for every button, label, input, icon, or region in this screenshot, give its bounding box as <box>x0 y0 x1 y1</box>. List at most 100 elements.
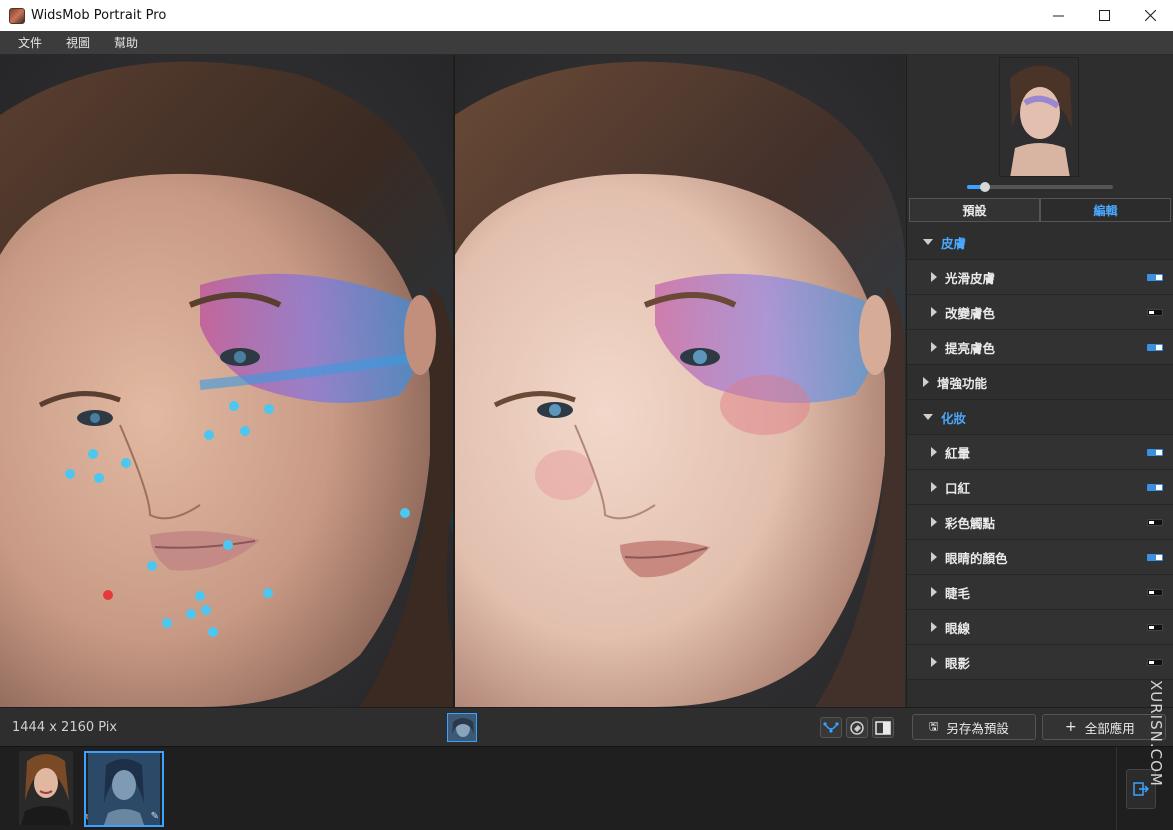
section-header[interactable]: 增強功能 <box>907 365 1173 400</box>
adjustment-label: 光滑皮膚 <box>945 270 996 286</box>
face-landmark-point[interactable] <box>162 618 172 628</box>
face-landmark-point[interactable] <box>201 605 211 615</box>
zoom-slider-handle[interactable] <box>979 182 990 192</box>
before-photo-pane[interactable] <box>0 55 453 707</box>
face-landmark-point[interactable] <box>94 473 104 483</box>
adjustment-toggle[interactable] <box>1147 449 1163 456</box>
action-bar: 🖫 另存為預設 + 全部應用 <box>906 707 1173 746</box>
section-label: 增強功能 <box>937 375 988 391</box>
adjustment-label: 彩色觸點 <box>945 515 996 531</box>
adjustment-item[interactable]: 眼睛的顏色 <box>907 540 1173 575</box>
adjustment-toggle[interactable] <box>1147 624 1163 631</box>
adjustment-toggle[interactable] <box>1147 274 1163 281</box>
filmstrip-item[interactable]: ✎ <box>15 751 95 827</box>
compare-view-button[interactable] <box>872 717 894 738</box>
triangle-right-icon <box>923 377 929 387</box>
section-header[interactable]: 皮膚 <box>907 225 1173 260</box>
face-landmark-point[interactable] <box>147 561 157 571</box>
face-landmark-point[interactable] <box>204 430 214 440</box>
triangle-down-icon <box>923 414 933 420</box>
after-photo-pane[interactable] <box>455 55 905 707</box>
adjustment-item[interactable]: 紅暈 <box>907 435 1173 470</box>
triangle-right-icon <box>931 482 937 492</box>
close-button[interactable] <box>1127 0 1173 31</box>
menu-view[interactable]: 視圖 <box>66 34 90 51</box>
adjustment-toggle[interactable] <box>1147 519 1163 526</box>
minimize-button[interactable] <box>1035 0 1081 31</box>
section-header[interactable]: 化妝 <box>907 400 1173 435</box>
face-landmark-point[interactable] <box>229 401 239 411</box>
adjustment-item[interactable]: 口紅 <box>907 470 1173 505</box>
face-landmark-point[interactable] <box>88 449 98 459</box>
adjustment-item[interactable]: 提亮膚色 <box>907 330 1173 365</box>
plus-icon: + <box>1065 719 1077 735</box>
triangle-right-icon <box>931 272 937 282</box>
current-image-thumbnail[interactable] <box>447 713 477 742</box>
face-landmark-point[interactable] <box>400 508 410 518</box>
face-points-button[interactable] <box>820 717 842 738</box>
face-landmark-point[interactable] <box>65 469 75 479</box>
menu-help[interactable]: 幫助 <box>114 34 138 51</box>
adjustment-toggle[interactable] <box>1147 484 1163 491</box>
face-landmark-point[interactable] <box>240 426 250 436</box>
eraser-button[interactable] <box>846 717 868 738</box>
menu-file[interactable]: 文件 <box>18 34 42 51</box>
triangle-right-icon <box>931 447 937 457</box>
adjustment-label: 眼睛的顏色 <box>945 550 1008 566</box>
adjustment-item[interactable]: 睫毛 <box>907 575 1173 610</box>
maximize-icon <box>1098 10 1110 21</box>
panel-tabs: 預設 編輯 <box>909 198 1171 222</box>
face-landmark-point[interactable] <box>195 591 205 601</box>
section-label: 化妝 <box>941 410 967 426</box>
face-landmark-point[interactable] <box>121 458 131 468</box>
adjustment-label: 紅暈 <box>945 445 971 461</box>
adjustment-label: 口紅 <box>945 480 971 496</box>
adjustment-list: 皮膚光滑皮膚改變膚色提亮膚色增強功能化妝紅暈口紅彩色觸點眼睛的顏色睫毛眼線 眼影 <box>907 225 1173 680</box>
status-bar: 1444 x 2160 Pix <box>0 707 906 746</box>
window-title: WidsMob Portrait Pro <box>31 8 167 23</box>
face-landmark-point[interactable] <box>223 540 233 550</box>
save-as-preset-button[interactable]: 🖫 另存為預設 <box>912 714 1036 740</box>
adjustment-item[interactable]: 改變膚色 <box>907 295 1173 330</box>
adjustment-item[interactable]: 眼影 <box>907 645 1173 680</box>
adjustment-item[interactable]: 彩色觸點 <box>907 505 1173 540</box>
face-landmark-point[interactable] <box>263 588 273 598</box>
adjustment-label: 睫毛 <box>945 585 971 601</box>
filmstrip-thumbnail <box>19 751 73 825</box>
face-landmark-point[interactable] <box>186 609 196 619</box>
app-icon <box>9 7 25 24</box>
filmstrip-item-selected[interactable]: ✎ <box>84 751 164 827</box>
menu-bar: 文件 視圖 幫助 <box>0 31 1173 55</box>
minimize-icon <box>1052 15 1064 17</box>
edit-pencil-icon: ✎ <box>150 811 159 822</box>
navigator-thumbnail[interactable] <box>999 57 1079 177</box>
adjustment-toggle[interactable] <box>1147 309 1163 316</box>
filmstrip: ✎ ✎ <box>0 746 1173 830</box>
tab-presets[interactable]: 預設 <box>909 198 1040 222</box>
face-landmark-point[interactable] <box>208 627 218 637</box>
adjustment-toggle[interactable] <box>1147 589 1163 596</box>
adjustment-toggle[interactable] <box>1147 554 1163 561</box>
face-landmark-point[interactable] <box>264 404 274 414</box>
zoom-slider[interactable] <box>967 182 1113 192</box>
title-bar: WidsMob Portrait Pro <box>0 0 1173 31</box>
app-window: WidsMob Portrait Pro 文件 視圖 幫助 預設 編輯 皮膚 光… <box>0 0 1173 830</box>
face-landmarks-overlay[interactable] <box>0 55 453 707</box>
adjustment-toggle[interactable] <box>1147 344 1163 351</box>
maximize-button[interactable] <box>1081 0 1127 31</box>
close-icon <box>1144 10 1156 21</box>
face-landmark-point-active[interactable] <box>103 590 113 600</box>
adjustment-toggle[interactable] <box>1147 659 1163 666</box>
watermark: XURISN.COM <box>1147 680 1165 787</box>
triangle-right-icon <box>931 342 937 352</box>
adjustment-label: 改變膚色 <box>945 305 996 321</box>
tab-edit[interactable]: 編輯 <box>1040 198 1171 222</box>
save-as-preset-label: 另存為預設 <box>946 720 1009 736</box>
section-label: 皮膚 <box>941 235 967 251</box>
triangle-right-icon <box>931 587 937 597</box>
adjustment-item[interactable]: 光滑皮膚 <box>907 260 1173 295</box>
triangle-right-icon <box>931 517 937 527</box>
edit-panel: 預設 編輯 皮膚光滑皮膚改變膚色提亮膚色增強功能化妝紅暈口紅彩色觸點眼睛的顏色睫… <box>906 55 1173 707</box>
triangle-right-icon <box>931 657 937 667</box>
adjustment-item[interactable]: 眼線 <box>907 610 1173 645</box>
